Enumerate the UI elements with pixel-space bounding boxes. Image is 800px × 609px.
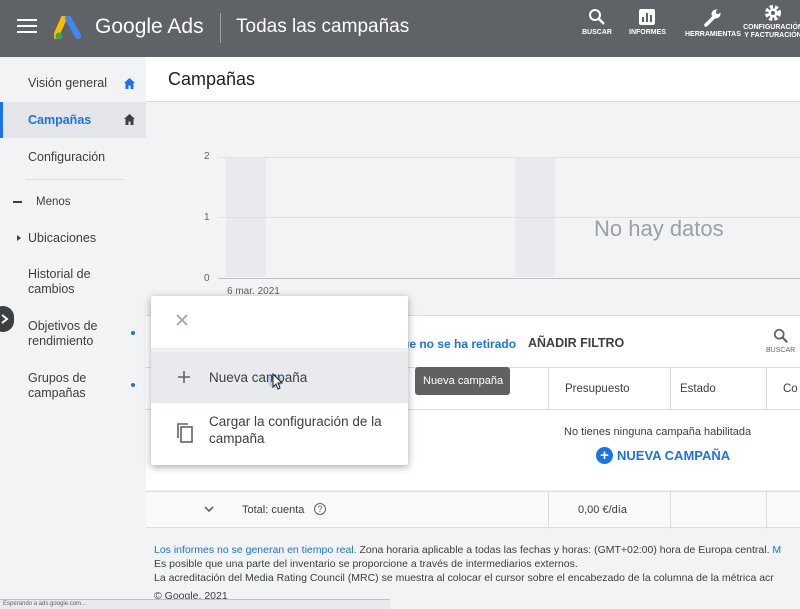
cell-divider bbox=[766, 492, 767, 529]
empty-table-message: No tienes ninguna campaña habilitada bbox=[564, 426, 752, 438]
chart-y-tick: 1 bbox=[204, 212, 210, 223]
column-header-truncated[interactable]: Co bbox=[766, 368, 800, 411]
mouse-pointer-icon bbox=[268, 372, 284, 390]
new-campaign-link-label: NUEVA CAMPAÑA bbox=[617, 448, 731, 463]
inventory-note: Es posible que una parte del inventario … bbox=[154, 558, 578, 570]
timezone-note: Zona horaria aplicable a todas las fecha… bbox=[356, 544, 770, 556]
new-campaign-link[interactable]: + NUEVA CAMPAÑA bbox=[596, 447, 730, 464]
new-indicator-dot bbox=[131, 331, 135, 335]
reports-button[interactable]: INFORMES bbox=[629, 8, 666, 37]
realtime-reports-link[interactable]: Los informes no se generan en tiempo rea… bbox=[154, 544, 357, 556]
sidebar-item-label: Ubicaciones bbox=[28, 231, 97, 245]
search-button-label: BUSCAR bbox=[582, 29, 612, 36]
sidebar-item-label: Objetivos de rendimiento bbox=[28, 319, 98, 348]
page-context-title: Todas las campañas bbox=[236, 16, 410, 37]
page-title: Campañas bbox=[168, 69, 256, 89]
sidebar-item-overview[interactable]: Visión general bbox=[0, 67, 146, 99]
menu-item-load-settings[interactable]: Cargar la configuración de la campaña bbox=[151, 403, 408, 465]
chart-gridline bbox=[218, 157, 800, 158]
column-header-label: Co bbox=[783, 383, 798, 395]
reports-icon bbox=[639, 9, 656, 25]
sidebar: Visión general Campañas Configuración Me… bbox=[0, 57, 146, 609]
cell-divider bbox=[548, 492, 549, 529]
gear-icon bbox=[765, 5, 781, 21]
minus-icon bbox=[13, 201, 22, 203]
performance-chart: 2 1 0 No hay datos bbox=[146, 103, 800, 315]
caret-right-icon bbox=[17, 235, 21, 241]
active-filter-chip[interactable]: ue no se ha retirado bbox=[402, 337, 516, 351]
brand-name: Google Ads bbox=[95, 15, 204, 38]
sidebar-item-placements[interactable]: Ubicaciones bbox=[0, 227, 146, 251]
sidebar-item-performance-goals[interactable]: Objetivos de rendimiento bbox=[0, 317, 146, 351]
tools-button-label: HERRAMIENTAS bbox=[685, 31, 741, 38]
sidebar-item-change-history[interactable]: Historial de cambios bbox=[0, 265, 146, 299]
wrench-icon bbox=[704, 9, 721, 27]
chevron-right-icon bbox=[1, 314, 9, 324]
chart-y-tick: 0 bbox=[204, 273, 210, 284]
browser-status-bar: Esperando a ads.google.com... bbox=[0, 599, 390, 609]
table-search-label: BUSCAR bbox=[766, 347, 796, 354]
sidebar-item-label: Campañas bbox=[28, 113, 92, 127]
sidebar-less-toggle[interactable]: Menos bbox=[0, 190, 146, 214]
menu-item-label: Cargar la configuración de la campaña bbox=[209, 414, 382, 446]
sidebar-item-settings[interactable]: Configuración bbox=[0, 141, 146, 173]
mrc-note: La acreditación del Media Rating Council… bbox=[154, 572, 774, 584]
chart-baseline bbox=[218, 278, 800, 279]
total-budget-value: 0,00 €/día bbox=[578, 504, 627, 516]
cell-divider bbox=[670, 492, 671, 529]
plus-icon bbox=[178, 371, 190, 383]
no-data-message: No hay datos bbox=[594, 216, 724, 241]
search-button[interactable]: BUSCAR bbox=[582, 8, 612, 37]
total-row: Total: cuenta ? 0,00 €/día bbox=[146, 491, 800, 529]
title-divider bbox=[220, 13, 221, 43]
home-icon bbox=[124, 78, 135, 89]
column-header-budget[interactable]: Presupuesto bbox=[548, 368, 670, 411]
menu-item-label: Nueva campaña bbox=[209, 370, 308, 385]
search-icon bbox=[588, 9, 605, 25]
tools-button[interactable]: HERRAMIENTAS bbox=[685, 8, 741, 39]
column-header-label: Presupuesto bbox=[565, 383, 630, 395]
home-icon bbox=[124, 114, 135, 125]
sidebar-item-campaigns[interactable]: Campañas bbox=[0, 102, 146, 138]
help-icon[interactable]: ? bbox=[314, 503, 326, 515]
chart-y-tick: 2 bbox=[204, 151, 210, 162]
top-bar: Google Ads Todas las campañas BUSCAR INF… bbox=[0, 0, 800, 57]
hamburger-menu-icon[interactable] bbox=[17, 19, 37, 35]
copy-icon bbox=[177, 423, 193, 443]
sidebar-item-campaign-groups[interactable]: Grupos de campañas bbox=[0, 369, 146, 403]
column-header-status[interactable]: Estado bbox=[670, 368, 766, 411]
add-filter-button[interactable]: AÑADIR FILTRO bbox=[528, 336, 624, 350]
settings-billing-button[interactable]: CONFIGURACIÓN Y FACTURACIÓN bbox=[743, 3, 800, 40]
new-indicator-dot bbox=[131, 383, 135, 387]
column-header-label: Estado bbox=[680, 383, 716, 395]
search-icon bbox=[773, 328, 788, 343]
table-search-button[interactable]: BUSCAR bbox=[766, 328, 795, 354]
sidebar-item-label: Historial de cambios bbox=[28, 267, 91, 296]
reports-button-label: INFORMES bbox=[629, 29, 666, 36]
sidebar-divider bbox=[26, 179, 124, 180]
settings-billing-label: CONFIGURACIÓN Y FACTURACIÓN bbox=[743, 24, 800, 39]
page-header: Campañas bbox=[146, 57, 800, 102]
sidebar-item-label: Configuración bbox=[28, 150, 106, 164]
total-label: Total: cuenta bbox=[242, 504, 305, 516]
close-icon[interactable] bbox=[175, 313, 189, 327]
chevron-down-icon[interactable] bbox=[204, 504, 214, 514]
google-ads-logo-icon[interactable] bbox=[54, 16, 82, 40]
more-info-link[interactable]: M bbox=[769, 544, 781, 556]
sidebar-less-label: Menos bbox=[36, 196, 71, 208]
plus-circle-icon: + bbox=[596, 447, 613, 464]
sidebar-item-label: Grupos de campañas bbox=[28, 371, 87, 400]
footer-notes: Los informes no se generan en tiempo rea… bbox=[154, 543, 800, 603]
tooltip: Nueva campaña bbox=[415, 367, 510, 395]
sidebar-item-label: Visión general bbox=[28, 76, 107, 90]
